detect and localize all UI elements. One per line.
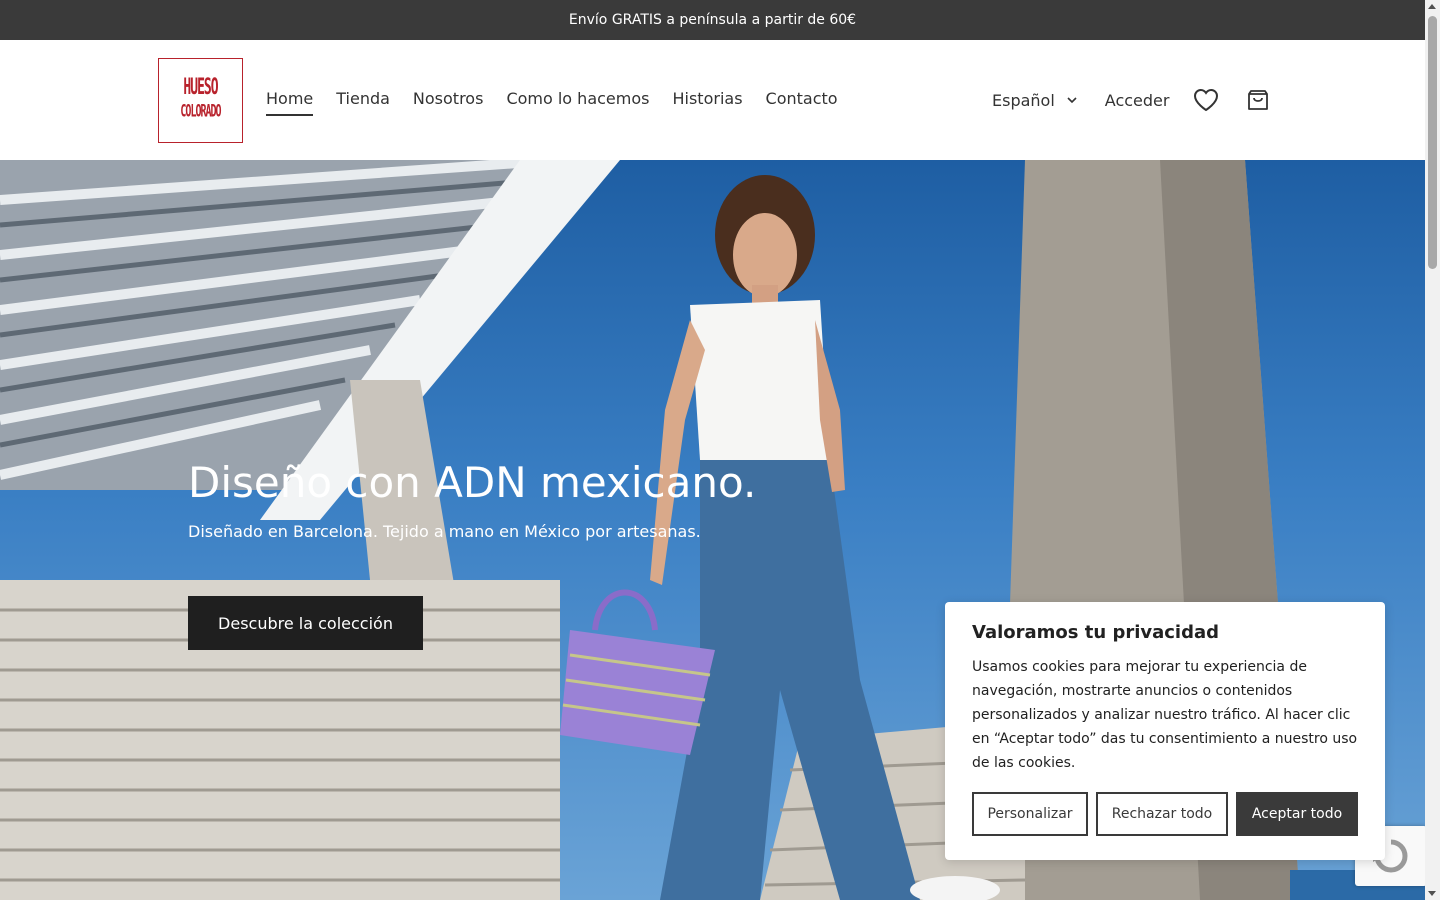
site-header: HUESO COLORADO Home Tienda Nosotros Como… <box>0 40 1425 160</box>
hero-subtitle: Diseñado en Barcelona. Tejido a mano en … <box>188 522 701 541</box>
nav-item-contacto[interactable]: Contacto <box>766 89 838 116</box>
main-nav: Home Tienda Nosotros Como lo hacemos His… <box>266 89 861 116</box>
heart-icon <box>1194 88 1219 112</box>
nav-item-home[interactable]: Home <box>266 89 314 116</box>
nav-item-nosotros[interactable]: Nosotros <box>413 89 484 116</box>
announcement-text: Envío GRATIS a península a partir de 60€ <box>568 12 857 28</box>
cookie-body: Usamos cookies para mejorar tu experienc… <box>972 659 1358 771</box>
logo-line-1: HUESO <box>183 74 218 101</box>
reject-all-button[interactable]: Rechazar todo <box>1096 792 1228 836</box>
logo-line-2: COLORADO <box>180 102 221 121</box>
scrollbar-thumb[interactable] <box>1428 16 1437 269</box>
announcement-bar: Envío GRATIS a península a partir de 60€ <box>0 0 1425 40</box>
cart-button[interactable] <box>1245 87 1271 113</box>
wishlist-button[interactable] <box>1193 87 1219 113</box>
login-link[interactable]: Acceder <box>1105 91 1170 110</box>
scroll-down-arrow-icon[interactable] <box>1428 891 1436 896</box>
cookie-actions: Personalizar Rechazar todo Aceptar todo <box>972 792 1358 836</box>
discover-collection-button[interactable]: Descubre la colección <box>188 596 423 650</box>
header-tools: Español Acceder <box>992 86 1297 114</box>
cookie-title: Valoramos tu privacidad <box>972 622 1220 643</box>
page-scrollbar[interactable] <box>1425 0 1440 900</box>
language-label: Español <box>992 90 1055 110</box>
chevron-down-icon <box>1067 97 1077 104</box>
accept-all-button[interactable]: Aceptar todo <box>1236 792 1358 836</box>
nav-item-como-lo-hacemos[interactable]: Como lo hacemos <box>506 89 649 116</box>
nav-item-tienda[interactable]: Tienda <box>336 89 390 116</box>
cookie-consent-banner: Valoramos tu privacidad Usamos cookies p… <box>945 602 1385 860</box>
hero-title: Diseño con ADN mexicano. <box>188 458 757 507</box>
customize-button[interactable]: Personalizar <box>972 792 1088 836</box>
language-selector[interactable]: Español <box>992 91 1079 110</box>
scroll-up-arrow-icon[interactable] <box>1428 4 1436 9</box>
nav-item-historias[interactable]: Historias <box>672 89 742 116</box>
cart-icon <box>1248 90 1269 110</box>
brand-logo[interactable]: HUESO COLORADO <box>158 58 243 143</box>
